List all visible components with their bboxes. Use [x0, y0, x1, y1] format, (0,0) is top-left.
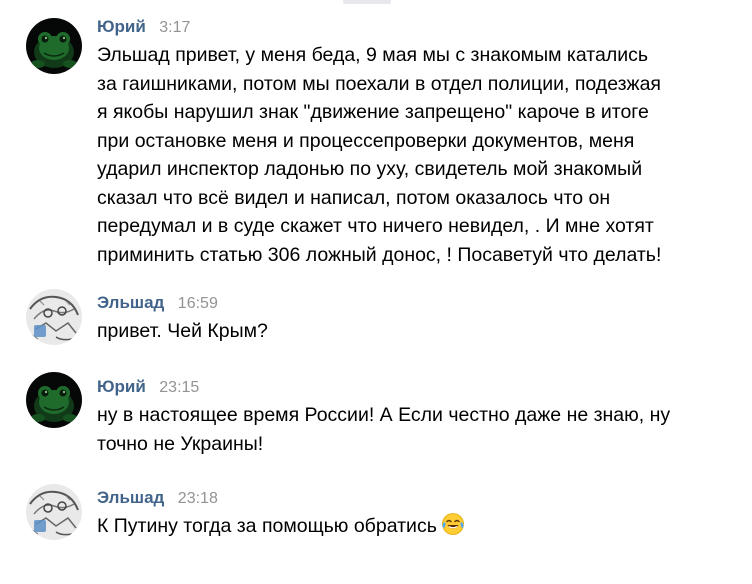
message-text: ну в настоящее время России! А Если чест… [97, 404, 671, 455]
message-time: 3:17 [159, 19, 191, 36]
avatar-elshad[interactable] [26, 484, 82, 540]
sketch-avatar-icon [26, 289, 82, 345]
author-name[interactable]: Юрий [97, 377, 146, 396]
author-name[interactable]: Эльшад [97, 488, 164, 507]
tears-of-joy-emoji-icon [441, 512, 465, 536]
green-frog-avatar-icon [26, 372, 82, 428]
avatar-yuri[interactable] [26, 372, 82, 428]
message-text: привет. Чей Крым? [97, 320, 268, 342]
message-text: К Путину тогда за помощью обратись [97, 512, 682, 541]
message-time: 23:18 [177, 490, 218, 507]
avatar-yuri[interactable] [26, 18, 82, 74]
top-divider [343, 0, 391, 4]
green-frog-avatar-icon [26, 18, 82, 74]
author-name[interactable]: Эльшад [97, 293, 164, 312]
author-name[interactable]: Юрий [97, 17, 146, 36]
sketch-avatar-icon [26, 484, 82, 540]
message-time: 16:59 [177, 295, 218, 312]
message-time: 23:15 [159, 379, 200, 396]
message-text: Эльшад привет, у меня беда, 9 мая мы с з… [97, 44, 662, 266]
message-text-content: К Путину тогда за помощью обратись [97, 515, 437, 537]
avatar-elshad[interactable] [26, 289, 82, 345]
